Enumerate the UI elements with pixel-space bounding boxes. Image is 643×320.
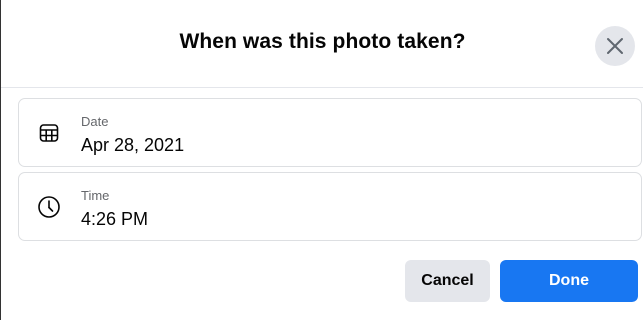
- close-icon: [604, 35, 626, 57]
- date-field[interactable]: Date Apr 28, 2021: [18, 98, 642, 167]
- calendar-icon: [37, 121, 61, 145]
- time-label: Time: [81, 188, 110, 203]
- cancel-button[interactable]: Cancel: [405, 260, 490, 302]
- date-value: Apr 28, 2021: [81, 135, 185, 155]
- date-label: Date: [81, 114, 109, 129]
- photo-date-dialog: When was this photo taken? Date Apr 28, …: [0, 0, 643, 320]
- time-value: 4:26 PM: [81, 209, 149, 229]
- dialog-title: When was this photo taken?: [179, 30, 466, 53]
- clock-icon: [37, 195, 61, 219]
- time-field[interactable]: Time 4:26 PM: [18, 172, 642, 241]
- done-button[interactable]: Done: [500, 260, 638, 302]
- close-button[interactable]: [595, 26, 635, 66]
- dialog-header: When was this photo taken?: [1, 0, 643, 88]
